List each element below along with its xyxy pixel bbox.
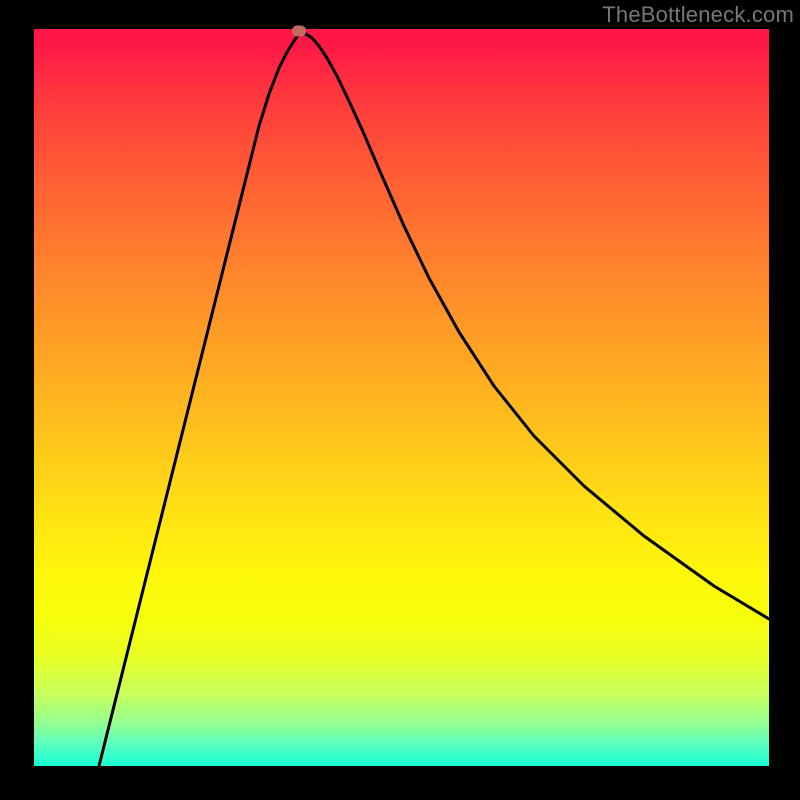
bottleneck-curve-path bbox=[99, 34, 769, 766]
attribution-text: TheBottleneck.com bbox=[602, 2, 794, 28]
minimum-marker bbox=[292, 26, 306, 37]
curve-layer bbox=[34, 29, 769, 766]
chart-container: TheBottleneck.com bbox=[0, 0, 800, 800]
